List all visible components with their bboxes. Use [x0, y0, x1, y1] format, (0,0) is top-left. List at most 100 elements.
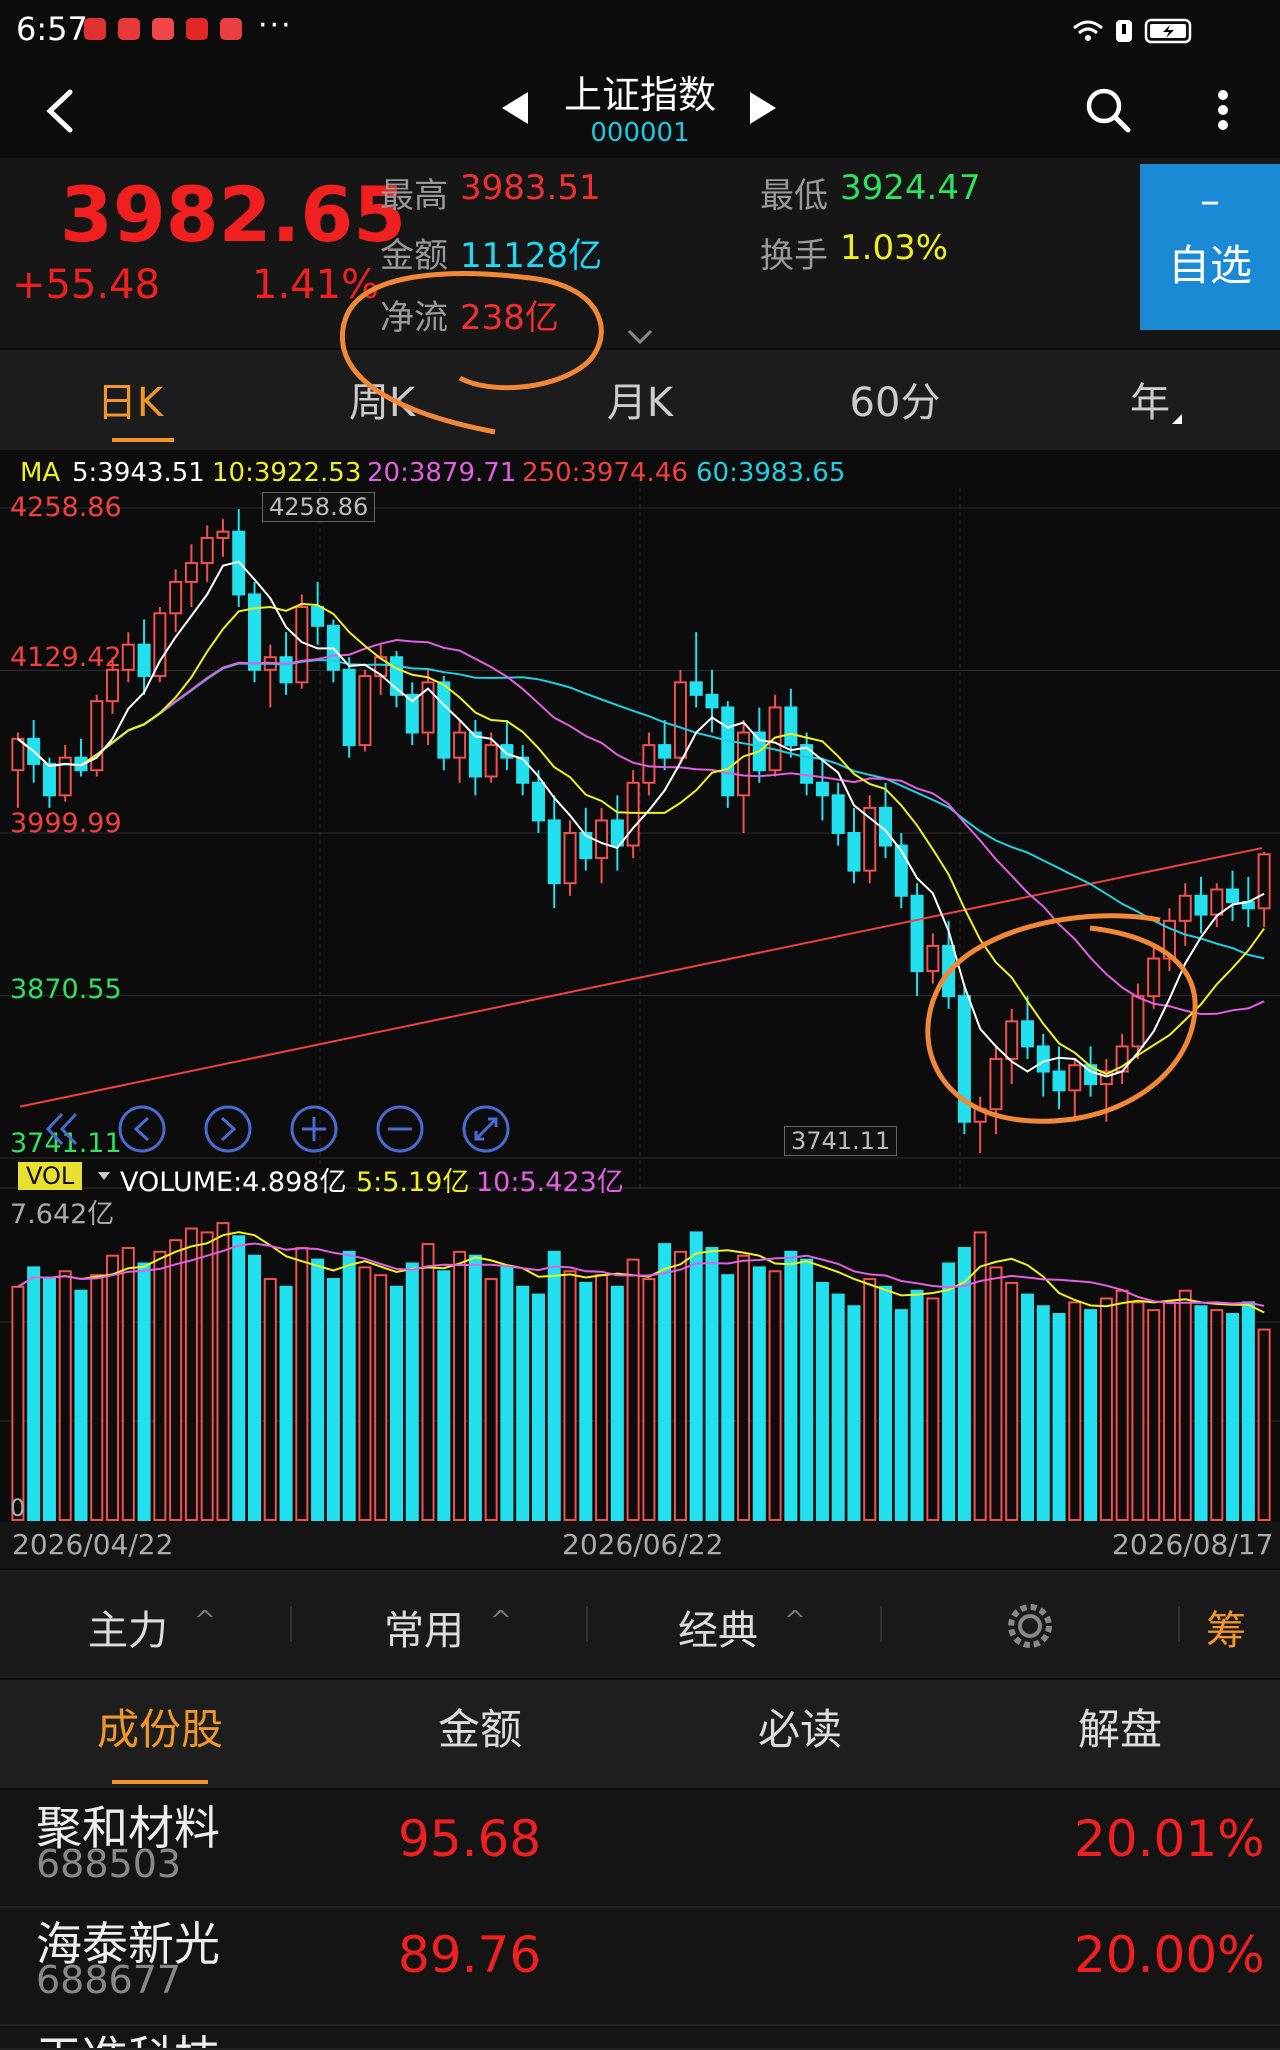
settings-gear-icon[interactable]	[1004, 1600, 1056, 1652]
candle-body	[1020, 1020, 1035, 1048]
tab-analysis[interactable]: 解盘	[1010, 1696, 1230, 1757]
candle-body	[847, 831, 861, 872]
volume-bar	[910, 1289, 924, 1522]
app-notification-icon	[152, 18, 174, 40]
volume-bar	[516, 1285, 530, 1521]
volume-readout: VOLUME:4.898亿	[120, 1167, 347, 1198]
candle-body	[1147, 957, 1161, 998]
volume-bar	[121, 1246, 135, 1521]
candle-body	[200, 536, 214, 565]
expand-chevron-icon[interactable]	[626, 328, 654, 346]
volume-bar	[973, 1231, 987, 1522]
x-tick: 2026/08/17	[1112, 1528, 1274, 1561]
volume-bar	[815, 1281, 829, 1521]
chip-distribution-button[interactable]: 筹	[1206, 1598, 1246, 1656]
tab-must-read[interactable]: 必读	[690, 1696, 910, 1757]
candle-body	[1052, 1070, 1066, 1092]
volume-bar	[768, 1270, 782, 1521]
more-notifications-icon: ···	[258, 8, 293, 43]
volume-bar	[579, 1281, 593, 1521]
system-status-icons	[1073, 18, 1192, 44]
candle-body	[563, 831, 577, 885]
volume-bar	[1226, 1313, 1240, 1521]
volume-bar	[1147, 1309, 1161, 1522]
tab-60min[interactable]: 60分	[815, 370, 975, 428]
candle-body	[989, 1057, 1003, 1111]
low-value: 3924.47	[840, 168, 981, 208]
common-indicator-button[interactable]: 常用	[384, 1598, 464, 1656]
high-label: 最高	[380, 176, 448, 216]
zoom-out-icon	[376, 1105, 424, 1153]
scroll-left-icon	[118, 1105, 166, 1153]
zoom-in-icon	[290, 1105, 338, 1153]
volume-bar	[689, 1231, 703, 1522]
volume-bar	[247, 1254, 262, 1521]
volume-bar	[27, 1266, 41, 1521]
volume-bar	[800, 1258, 814, 1521]
ma10-value: 10:3922.53	[212, 458, 362, 488]
tab-month-k[interactable]: 月K	[560, 370, 720, 428]
volume-bar	[389, 1285, 404, 1521]
volume-bar	[595, 1274, 609, 1521]
y-tick: 3870.55	[10, 974, 122, 1005]
tab-constituents[interactable]: 成份股	[50, 1696, 270, 1757]
app-notification-icon	[84, 18, 106, 40]
volume-bar	[547, 1250, 561, 1521]
table-row[interactable]: 天准科技	[0, 2026, 1280, 2050]
volume-bar	[153, 1250, 167, 1521]
high-value: 3983.51	[460, 168, 601, 208]
volume-bar	[279, 1285, 293, 1521]
volume-bar	[184, 1227, 198, 1522]
tab-day-k[interactable]: 日K	[50, 370, 210, 428]
next-index-icon[interactable]	[750, 92, 776, 124]
tab-more-period[interactable]: 年	[1070, 370, 1230, 428]
volume-bar	[847, 1305, 861, 1522]
candle-body	[957, 995, 971, 1123]
add-watchlist-button[interactable]: – 自选	[1140, 164, 1280, 330]
volume-bar	[1115, 1289, 1129, 1522]
stock-price: 89.76	[398, 1926, 542, 1984]
candle-body	[342, 668, 356, 747]
volume-bar	[90, 1274, 104, 1521]
kline-chart[interactable]	[0, 488, 1280, 1568]
candle-body	[1226, 888, 1240, 904]
tab-amount[interactable]: 金额	[370, 1696, 590, 1757]
volume-bar	[1005, 1281, 1019, 1521]
volume-bar	[437, 1270, 451, 1521]
volume-bar	[232, 1235, 246, 1522]
volume-bar	[374, 1274, 388, 1521]
volume-bar	[42, 1278, 56, 1521]
volume-bar	[1131, 1301, 1145, 1522]
vol-badge[interactable]: VOL	[18, 1162, 83, 1190]
tab-active-indicator	[112, 438, 174, 442]
candle-body	[926, 944, 940, 973]
tab-week-k[interactable]: 周K	[302, 370, 462, 428]
main-indicator-button[interactable]: 主力	[88, 1598, 168, 1656]
volume-bar	[721, 1274, 735, 1521]
volume-bar	[894, 1309, 908, 1522]
volume-bar	[705, 1246, 719, 1521]
candle-body	[1068, 1064, 1082, 1092]
turnover-value: 1.03%	[840, 228, 949, 268]
volume-bar	[610, 1285, 624, 1521]
caret-up-icon: ^	[194, 1606, 216, 1636]
candle-body	[121, 643, 135, 671]
candle-body	[626, 781, 640, 847]
stock-change-pct: 20.01%	[1074, 1810, 1265, 1868]
volume-bar	[863, 1278, 877, 1521]
volume-bar	[11, 1285, 25, 1521]
vol-max-label: 7.642亿	[10, 1199, 115, 1230]
status-time: 6:57	[16, 10, 88, 48]
more-menu-icon[interactable]	[1210, 88, 1240, 138]
volume-bar	[295, 1246, 309, 1521]
volume-bar	[1036, 1305, 1050, 1522]
volume-bar	[1162, 1301, 1176, 1522]
candle-body	[1178, 894, 1192, 922]
classic-indicator-button[interactable]: 经典	[678, 1598, 758, 1656]
volume-bar	[531, 1293, 545, 1522]
volume-bar	[1052, 1313, 1066, 1521]
volume-bar	[1194, 1305, 1208, 1522]
search-icon[interactable]	[1084, 86, 1134, 136]
candle-body	[942, 944, 956, 998]
vol-dropdown-icon[interactable]	[98, 1172, 110, 1180]
